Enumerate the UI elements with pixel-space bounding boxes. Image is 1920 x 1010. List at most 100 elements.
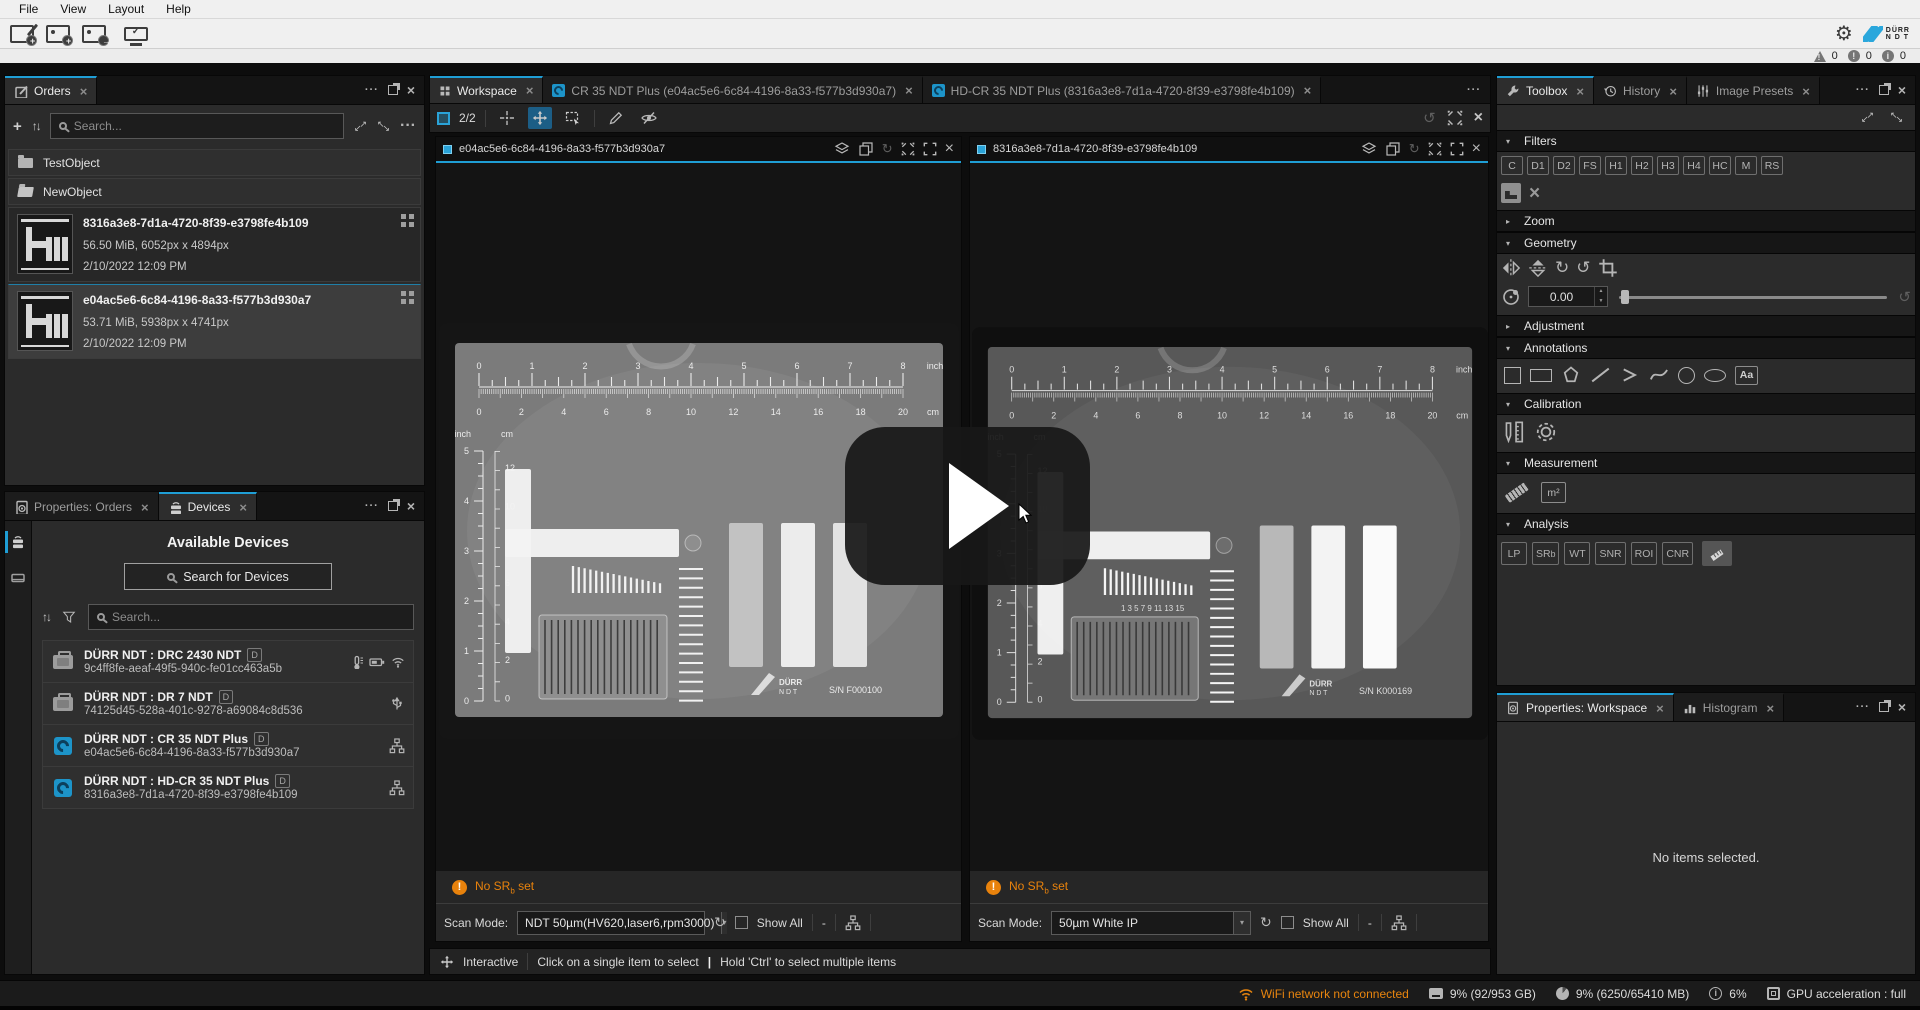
annotation-curve-tool[interactable] (1649, 365, 1669, 385)
orders-search-input[interactable] (74, 114, 335, 138)
dropdown-arrow-icon[interactable]: ▾ (1233, 912, 1250, 934)
annotation-text-tool[interactable]: Aa (1735, 366, 1758, 385)
order-item[interactable]: 8316a3e8-7d1a-4720-8f39-e3798fe4b109 56.… (8, 207, 421, 282)
filter-d1-button[interactable]: D1 (1527, 156, 1549, 175)
warning-triangle-icon[interactable]: ! (1814, 51, 1826, 62)
menu-layout[interactable]: Layout (97, 2, 155, 16)
rect-select-tool[interactable] (561, 107, 585, 129)
tab-close-icon[interactable]: × (905, 83, 913, 98)
filter-hc-button[interactable]: HC (1709, 156, 1731, 175)
scan-mode-dropdown[interactable]: 50µm White IP ▾ (1051, 911, 1251, 935)
reset-rotation-icon[interactable]: ↺ (1898, 288, 1911, 306)
rail-detector-icon[interactable] (5, 567, 31, 589)
device-row-drc2430[interactable]: DÜRR NDT : DRC 2430 NDTD 9c4ff8fe-aeaf-4… (42, 641, 414, 683)
analysis-srb-button[interactable]: SRb (1532, 542, 1559, 565)
orders-search[interactable] (50, 113, 344, 139)
section-annotations[interactable]: ▾ Annotations (1497, 337, 1915, 359)
annotate-pencil-tool[interactable] (604, 107, 628, 129)
menu-file[interactable]: File (8, 2, 49, 16)
analysis-cnr-button[interactable]: CNR (1662, 542, 1693, 565)
annotation-polyline-tool[interactable] (1620, 365, 1640, 385)
viewer-header[interactable]: 8316a3e8-7d1a-4720-8f39-e3798fe4b109 ↻ × (970, 137, 1488, 163)
tab-toolbox[interactable]: Toolbox × (1497, 76, 1594, 104)
device-row-cr35[interactable]: DÜRR NDT : CR 35 NDT PlusD e04ac5e6-6c84… (42, 725, 414, 767)
tab-hdcr35[interactable]: HD-CR 35 NDT Plus (8316a3e8-7d1a-4720-8f… (923, 76, 1322, 103)
rotation-angle-spinner[interactable]: 0.00 ▲▼ (1528, 286, 1608, 307)
info-circle-icon[interactable]: i (1882, 50, 1894, 62)
analysis-snr-button[interactable]: SNR (1595, 542, 1625, 565)
layers-icon[interactable] (834, 141, 850, 157)
devices-popout-icon[interactable] (388, 501, 398, 511)
spin-down-icon[interactable]: ▼ (1595, 297, 1607, 307)
devices-search-input[interactable] (112, 605, 405, 629)
play-button-overlay[interactable] (845, 427, 1090, 585)
slider-handle[interactable] (1621, 290, 1629, 304)
tab-close-icon[interactable]: × (1802, 84, 1810, 99)
viewer-close-icon[interactable]: × (1472, 140, 1481, 158)
pan-tool[interactable] (528, 107, 552, 129)
orders-more-icon[interactable]: ··· (400, 117, 416, 135)
add-order-icon[interactable]: + (13, 119, 22, 134)
annotation-ellipse-tool[interactable] (1704, 369, 1726, 382)
refresh-icon[interactable]: ↻ (1409, 141, 1420, 157)
annotation-square-tool[interactable] (1504, 367, 1521, 384)
crosshair-tool[interactable] (495, 107, 519, 129)
section-geometry[interactable]: ▾ Geometry (1497, 232, 1915, 254)
circle-calibration-icon[interactable] (1535, 421, 1557, 443)
filter-fs-button[interactable]: FS (1579, 156, 1601, 175)
fit-screen-icon[interactable] (901, 142, 915, 156)
props-popout-icon[interactable] (1879, 702, 1889, 712)
settings-gear-icon[interactable]: ⚙ (1835, 24, 1853, 44)
free-rotate-icon[interactable] (1501, 287, 1521, 307)
viewer-close-icon[interactable]: × (945, 140, 954, 158)
props-close-icon[interactable]: × (1898, 699, 1906, 715)
flip-horizontal-icon[interactable] (1501, 258, 1521, 278)
clear-filter-icon[interactable]: × (1529, 184, 1540, 203)
props-menu-icon[interactable]: ··· (1856, 701, 1870, 713)
analysis-lp-button[interactable]: LP (1501, 542, 1527, 565)
annotation-polygon-tool[interactable] (1561, 365, 1581, 385)
tab-histogram[interactable]: Histogram × (1674, 693, 1784, 721)
rotate-cw-icon[interactable]: ↻ (1555, 258, 1569, 278)
tab-cr35[interactable]: CR 35 NDT Plus (e04ac5e6-6c84-4196-8a33-… (543, 76, 922, 103)
filter-h4-button[interactable]: H4 (1683, 156, 1705, 175)
section-filters[interactable]: ▾ Filters (1497, 130, 1915, 152)
flip-vertical-icon[interactable] (1528, 258, 1548, 278)
scan-mode-dropdown[interactable]: NDT 50µm(HV620,laser6,rpm3000) ▾ (517, 911, 705, 935)
fullscreen-icon[interactable] (1447, 110, 1463, 126)
expand-all-icon[interactable]: ↗↙ (354, 120, 367, 133)
refresh-icon[interactable]: ↻ (882, 141, 893, 157)
device-row-dr7[interactable]: DÜRR NDT : DR 7 NDTD 74125d45-528a-401c-… (42, 683, 414, 725)
tab-close-icon[interactable]: × (1576, 84, 1584, 99)
section-calibration[interactable]: ▾ Calibration (1497, 393, 1915, 415)
toolbox-expand-all-icon[interactable]: ↗↙ (1861, 111, 1874, 124)
search-for-devices-button[interactable]: Search for Devices (124, 563, 332, 590)
import-image-icon[interactable]: + (46, 25, 70, 43)
rotate-ccw-icon[interactable]: ↺ (1576, 258, 1590, 278)
measure-length-tool[interactable] (1505, 482, 1530, 503)
filter-d2-button[interactable]: D2 (1553, 156, 1575, 175)
frame-icon[interactable] (1450, 142, 1464, 156)
tab-close-icon[interactable]: × (239, 500, 247, 515)
orders-close-icon[interactable]: × (407, 82, 415, 98)
rotation-slider[interactable] (1619, 290, 1887, 304)
filter-c-button[interactable]: C (1501, 156, 1523, 175)
folder-newobject[interactable]: NewObject (8, 178, 421, 205)
frame-icon[interactable] (923, 142, 937, 156)
copy-image-icon[interactable] (858, 141, 874, 157)
filter-m-button[interactable]: M (1735, 156, 1757, 175)
toolbox-close-icon[interactable]: × (1898, 82, 1906, 98)
annotation-line-tool[interactable] (1592, 368, 1610, 383)
orders-popout-icon[interactable] (388, 85, 398, 95)
sort-orders-icon[interactable]: ↑↓ (32, 119, 40, 133)
sort-devices-icon[interactable]: ↑↓ (42, 610, 50, 624)
info-icon[interactable]: i (1709, 987, 1722, 1000)
menu-help[interactable]: Help (155, 2, 202, 16)
order-item-selected[interactable]: e04ac5e6-6c84-4196-8a33-f577b3d930a7 53.… (8, 284, 421, 359)
refresh-scan-modes-icon[interactable]: ↻ (714, 914, 726, 931)
length-calibration-icon[interactable] (1503, 421, 1525, 443)
menu-view[interactable]: View (49, 2, 97, 16)
error-circle-icon[interactable]: ! (1848, 50, 1860, 62)
tab-close-icon[interactable]: × (1766, 701, 1774, 716)
device-row-hdcr35[interactable]: DÜRR NDT : HD-CR 35 NDT PlusD 8316a3e8-7… (42, 767, 414, 809)
